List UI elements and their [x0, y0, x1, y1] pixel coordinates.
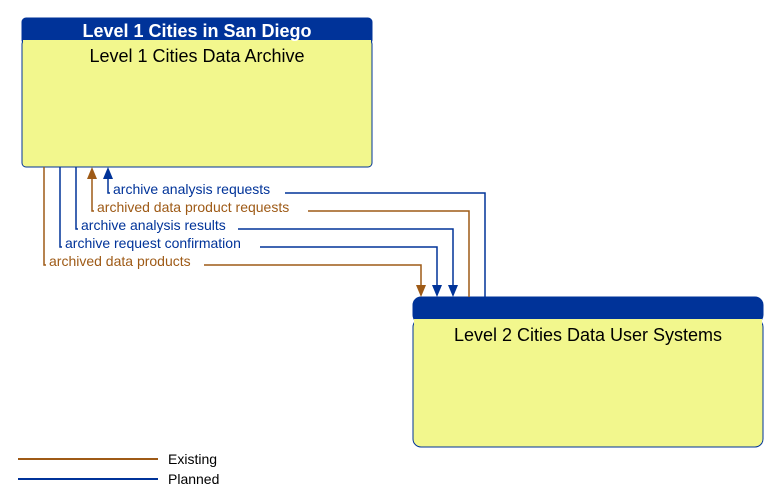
arrowhead-icon: [432, 285, 442, 297]
legend-existing-label: Existing: [168, 451, 217, 467]
legend-planned-label: Planned: [168, 471, 219, 487]
flow-label: archived data product requests: [97, 199, 289, 215]
arrowhead-icon: [87, 167, 97, 179]
flow-label: archive analysis results: [81, 217, 226, 233]
arrowhead-icon: [416, 285, 426, 297]
flow-label: archived data products: [49, 253, 191, 269]
flow-label: archive analysis requests: [113, 181, 270, 197]
legend: Existing Planned: [18, 451, 219, 487]
arrowhead-icon: [103, 167, 113, 179]
box1-body-text: Level 1 Cities Data Archive: [89, 46, 304, 66]
arrowhead-icon: [448, 285, 458, 297]
node-level1-cities-data-archive: Level 1 Cities in San Diego Level 1 Citi…: [22, 18, 372, 167]
flow-label: archive request confirmation: [65, 235, 241, 251]
box1-header-text: Level 1 Cities in San Diego: [82, 21, 311, 41]
box2-body-text: Level 2 Cities Data User Systems: [454, 325, 722, 345]
node-level2-cities-data-user-systems: Level 2 Cities Data User Systems: [413, 297, 763, 447]
